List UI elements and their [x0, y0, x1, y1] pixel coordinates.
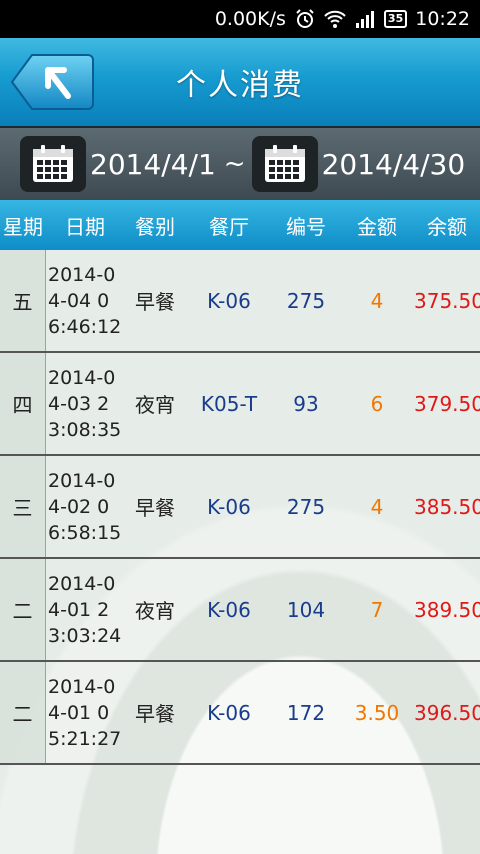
end-date-picker-button[interactable]	[251, 136, 318, 192]
calendar-icon	[33, 145, 73, 182]
cell-weekday: 四	[0, 353, 46, 454]
cell-weekday: 五	[0, 250, 46, 351]
battery-icon: 35	[383, 10, 408, 28]
table-row[interactable]: 三 2014-04-02 06:58:15 早餐 K-06 275 4 385.…	[0, 456, 480, 559]
transaction-table: 五 2014-04-04 06:46:12 早餐 K-06 275 4 375.…	[0, 250, 480, 765]
cell-weekday: 二	[0, 559, 46, 660]
cell-meal: 夜宵	[135, 599, 175, 623]
cell-amount: 6	[370, 391, 384, 416]
column-header-amount: 金额	[357, 214, 397, 239]
column-header-date: 日期	[65, 214, 105, 239]
column-header-restaurant: 餐厅	[209, 214, 249, 239]
cell-date: 2014-04-01 23:03:24	[48, 572, 122, 647]
cell-number: 104	[286, 597, 326, 622]
alarm-clock-icon	[294, 9, 316, 29]
cell-restaurant: K-06	[207, 700, 251, 725]
signal-icon	[354, 9, 376, 29]
cell-amount: 3.50	[354, 700, 400, 725]
cell-restaurant: K05-T	[200, 391, 258, 416]
cell-number: 172	[286, 700, 326, 725]
cell-number: 275	[286, 494, 326, 519]
table-header: 星期 日期 餐别 餐厅 编号 金额 余额	[0, 200, 480, 250]
cell-meal: 早餐	[135, 496, 175, 520]
cell-weekday: 二	[0, 662, 46, 763]
table-row[interactable]: 四 2014-04-03 23:08:35 夜宵 K05-T 93 6 379.…	[0, 353, 480, 456]
date-range-bar: 2014/4/1 ~ 2014/4/30	[0, 126, 480, 200]
start-date-picker-button[interactable]	[20, 136, 86, 192]
clock: 10:22	[415, 8, 470, 30]
column-header-balance: 余额	[427, 214, 467, 239]
cell-balance: 379.50	[414, 391, 480, 416]
cell-number: 93	[293, 391, 319, 416]
cell-amount: 4	[370, 288, 384, 313]
cell-restaurant: K-06	[207, 597, 251, 622]
cell-amount: 4	[370, 494, 384, 519]
cell-balance: 396.50	[414, 700, 480, 725]
status-bar: 0.00K/s 35 10:22	[0, 0, 480, 38]
start-date[interactable]: 2014/4/1	[90, 148, 216, 181]
cell-restaurant: K-06	[207, 288, 251, 313]
cell-date: 2014-04-01 05:21:27	[48, 675, 122, 750]
column-header-weekday: 星期	[3, 214, 43, 239]
cell-meal: 早餐	[135, 702, 175, 726]
table-row[interactable]: 五 2014-04-04 06:46:12 早餐 K-06 275 4 375.…	[0, 250, 480, 353]
cell-restaurant: K-06	[207, 494, 251, 519]
cell-number: 275	[286, 288, 326, 313]
wifi-icon	[324, 9, 346, 29]
cell-date: 2014-04-03 23:08:35	[48, 366, 122, 441]
cell-date: 2014-04-04 06:46:12	[48, 263, 122, 338]
page-title: 个人消费	[176, 68, 304, 103]
column-header-meal: 餐别	[135, 214, 175, 239]
cell-meal: 早餐	[135, 290, 175, 314]
cell-balance: 385.50	[414, 494, 480, 519]
cell-meal: 夜宵	[135, 393, 175, 417]
column-header-number: 编号	[286, 214, 326, 239]
cell-balance: 375.50	[414, 288, 480, 313]
cell-balance: 389.50	[414, 597, 480, 622]
table-row[interactable]: 二 2014-04-01 05:21:27 早餐 K-06 172 3.50 3…	[0, 662, 480, 765]
calendar-icon	[264, 145, 305, 182]
network-speed: 0.00K/s	[214, 8, 286, 30]
end-date[interactable]: 2014/4/30	[322, 148, 466, 181]
app-header: 个人消费	[0, 38, 480, 126]
cell-amount: 7	[370, 597, 384, 622]
cell-weekday: 三	[0, 456, 46, 557]
cell-date: 2014-04-02 06:58:15	[48, 469, 122, 544]
table-row[interactable]: 二 2014-04-01 23:03:24 夜宵 K-06 104 7 389.…	[0, 559, 480, 662]
date-separator: ~	[223, 149, 246, 179]
